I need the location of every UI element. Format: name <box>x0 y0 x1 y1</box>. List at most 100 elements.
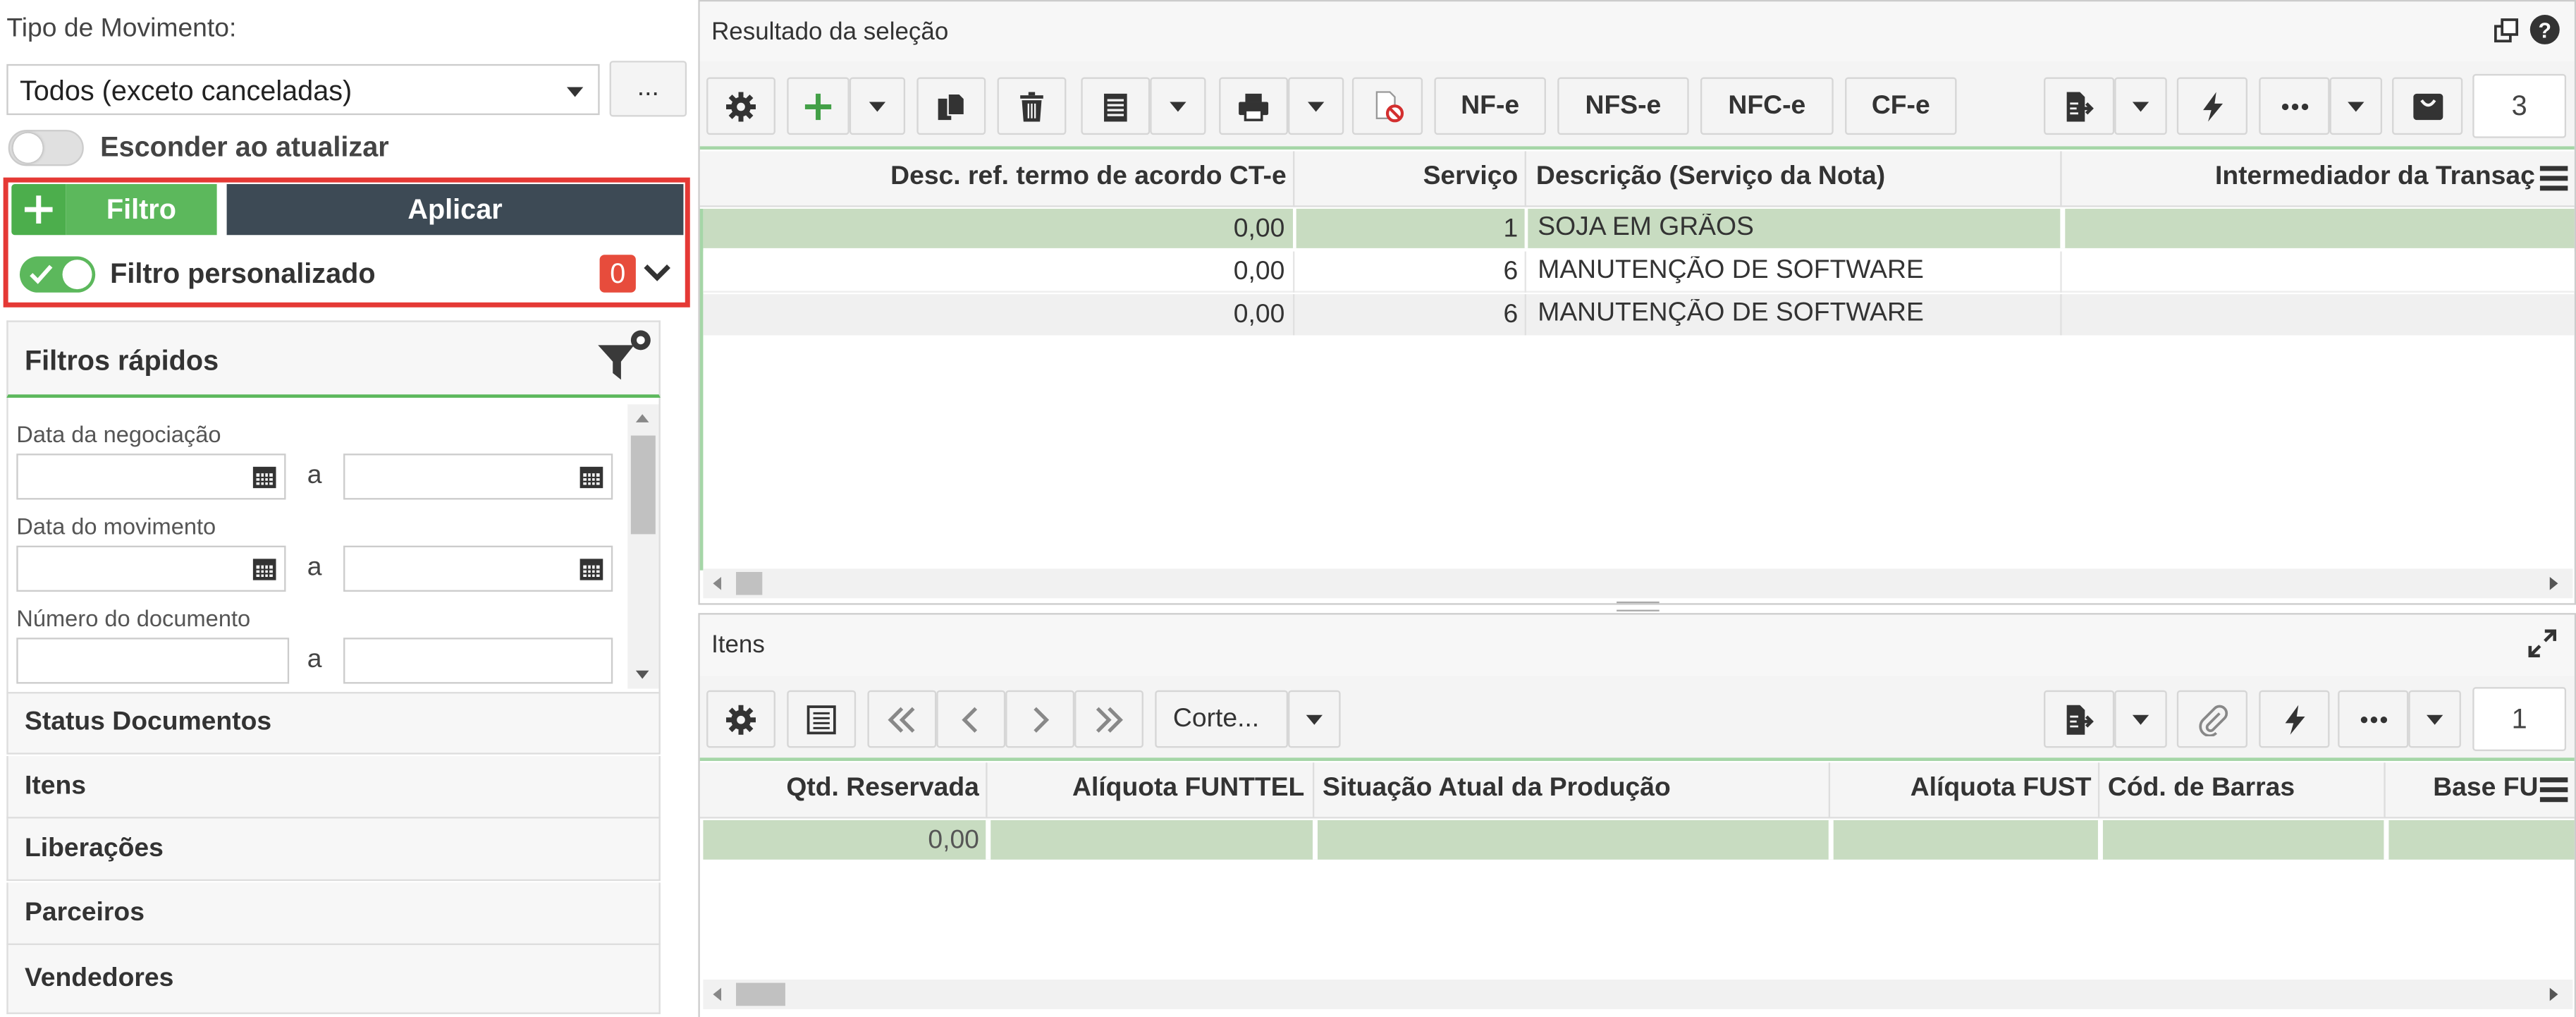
column-header[interactable]: Descrição (Serviço da Nota) <box>1536 163 2054 193</box>
quick-filters-scrollbar[interactable] <box>627 404 659 689</box>
calendar-icon[interactable] <box>252 463 278 489</box>
items-export-dropdown-button[interactable] <box>2114 690 2167 748</box>
list-dropdown-button[interactable] <box>1150 77 1206 135</box>
filter-settings-icon[interactable] <box>593 329 652 384</box>
movement-type-select[interactable]: Todos (exceto canceladas) <box>6 63 600 116</box>
results-horizontal-scrollbar[interactable] <box>703 568 2573 599</box>
scroll-down-icon[interactable] <box>635 670 649 679</box>
column-divider[interactable] <box>1524 151 1526 207</box>
negotiation-date-from[interactable] <box>16 453 286 500</box>
column-header[interactable]: Serviço <box>1298 163 1519 193</box>
apply-button[interactable]: Aplicar <box>226 184 684 236</box>
nfce-button[interactable]: NFC-e <box>1700 77 1834 135</box>
cfe-button[interactable]: CF-e <box>1845 77 1957 135</box>
section-partners[interactable]: Parceiros <box>6 882 661 945</box>
column-header[interactable]: Situação Atual da Produção <box>1323 774 1824 804</box>
print-dropdown-button[interactable] <box>1288 77 1344 135</box>
panel-splitter-handle[interactable] <box>1617 601 1660 611</box>
cut-button[interactable]: Corte... <box>1155 690 1289 748</box>
export-dropdown-button[interactable] <box>2114 77 2167 135</box>
column-header[interactable]: Intermediador da Transaç <box>2067 163 2535 193</box>
hide-on-update-toggle[interactable] <box>8 130 84 166</box>
section-items[interactable]: Itens <box>6 755 661 819</box>
column-menu-icon[interactable] <box>2539 164 2568 193</box>
detach-window-icon[interactable] <box>2494 18 2519 43</box>
scroll-thumb[interactable] <box>736 982 785 1006</box>
movement-date-from[interactable] <box>16 545 286 592</box>
column-header[interactable]: Desc. ref. termo de acordo CT-e <box>706 163 1287 193</box>
scroll-right-icon[interactable] <box>2549 987 2558 1001</box>
nfse-button[interactable]: NFS-e <box>1557 77 1689 135</box>
first-record-button[interactable] <box>867 690 937 748</box>
nfe-button[interactable]: NF-e <box>1434 77 1546 135</box>
column-header[interactable]: Alíquota FUNTTEL <box>990 774 1304 804</box>
negotiation-date-to[interactable] <box>343 453 613 500</box>
movement-type-value: Todos (exceto canceladas) <box>19 75 352 107</box>
items-more-dropdown-button[interactable] <box>2408 690 2461 748</box>
add-record-button[interactable] <box>787 77 850 135</box>
column-divider[interactable] <box>1828 762 1831 819</box>
attachment-button[interactable] <box>2176 690 2247 748</box>
items-actions-button[interactable] <box>2259 690 2330 748</box>
scroll-up-icon[interactable] <box>635 414 649 422</box>
scroll-thumb[interactable] <box>630 435 656 535</box>
column-divider[interactable] <box>1293 151 1295 207</box>
cut-dropdown-button[interactable] <box>1288 690 1341 748</box>
column-divider[interactable] <box>2097 762 2100 819</box>
next-record-button[interactable] <box>1005 690 1075 748</box>
duplicate-button[interactable] <box>916 77 986 135</box>
more-actions-button[interactable] <box>2259 77 2330 135</box>
custom-filter-toggle[interactable] <box>19 256 96 293</box>
more-actions-dropdown-button[interactable] <box>2329 77 2383 135</box>
last-record-button[interactable] <box>1074 690 1143 748</box>
expand-icon[interactable] <box>2528 629 2557 658</box>
calendar-icon[interactable] <box>252 556 278 582</box>
store-button[interactable] <box>2392 77 2463 135</box>
cancel-document-button[interactable] <box>1351 77 1423 135</box>
filter-button[interactable]: Filtro <box>66 184 217 236</box>
actions-button[interactable] <box>2176 77 2247 135</box>
column-divider[interactable] <box>986 762 988 819</box>
add-dropdown-button[interactable] <box>849 77 906 135</box>
items-more-button[interactable] <box>2338 690 2409 748</box>
results-page-indicator[interactable]: 3 <box>2472 73 2567 138</box>
movement-date-to[interactable] <box>343 545 613 592</box>
items-page-indicator[interactable]: 1 <box>2472 687 2567 751</box>
delete-button[interactable] <box>997 77 1067 135</box>
section-releases[interactable]: Liberações <box>6 818 661 882</box>
items-form-button[interactable] <box>787 690 857 748</box>
column-divider[interactable] <box>2060 151 2062 207</box>
section-sellers[interactable]: Vendedores <box>6 944 661 1014</box>
document-number-to[interactable] <box>343 638 613 684</box>
column-menu-icon[interactable] <box>2539 776 2568 804</box>
table-row[interactable] <box>703 820 2575 860</box>
scroll-left-icon[interactable] <box>713 576 722 590</box>
help-icon[interactable]: ? <box>2529 14 2560 44</box>
items-horizontal-scrollbar[interactable] <box>703 979 2573 1009</box>
scroll-thumb[interactable] <box>736 571 763 595</box>
scroll-right-icon[interactable] <box>2549 576 2558 590</box>
column-header[interactable]: Qtd. Reservada <box>706 774 979 804</box>
section-status-documents[interactable]: Status Documentos <box>6 692 661 755</box>
gear-icon <box>726 704 756 734</box>
settings-button[interactable] <box>706 77 775 135</box>
cell-divider <box>1524 208 1528 248</box>
column-header[interactable]: Alíquota FUST <box>1834 774 2092 804</box>
export-button[interactable] <box>2044 77 2115 135</box>
column-header[interactable]: Cód. de Barras <box>2108 774 2379 804</box>
more-options-button[interactable]: ... <box>609 61 687 117</box>
chevron-down-icon[interactable] <box>642 263 672 283</box>
column-header[interactable]: Base FU <box>2391 774 2538 804</box>
column-divider[interactable] <box>1312 762 1315 819</box>
add-filter-button[interactable] <box>11 184 66 236</box>
column-divider[interactable] <box>2384 762 2386 819</box>
scroll-left-icon[interactable] <box>713 987 722 1001</box>
previous-record-button[interactable] <box>936 690 1006 748</box>
document-number-from[interactable] <box>16 638 290 684</box>
calendar-icon[interactable] <box>578 463 604 489</box>
items-export-button[interactable] <box>2044 690 2115 748</box>
list-button[interactable] <box>1081 77 1151 135</box>
print-button[interactable] <box>1219 77 1289 135</box>
calendar-icon[interactable] <box>578 556 604 582</box>
items-settings-button[interactable] <box>706 690 775 748</box>
